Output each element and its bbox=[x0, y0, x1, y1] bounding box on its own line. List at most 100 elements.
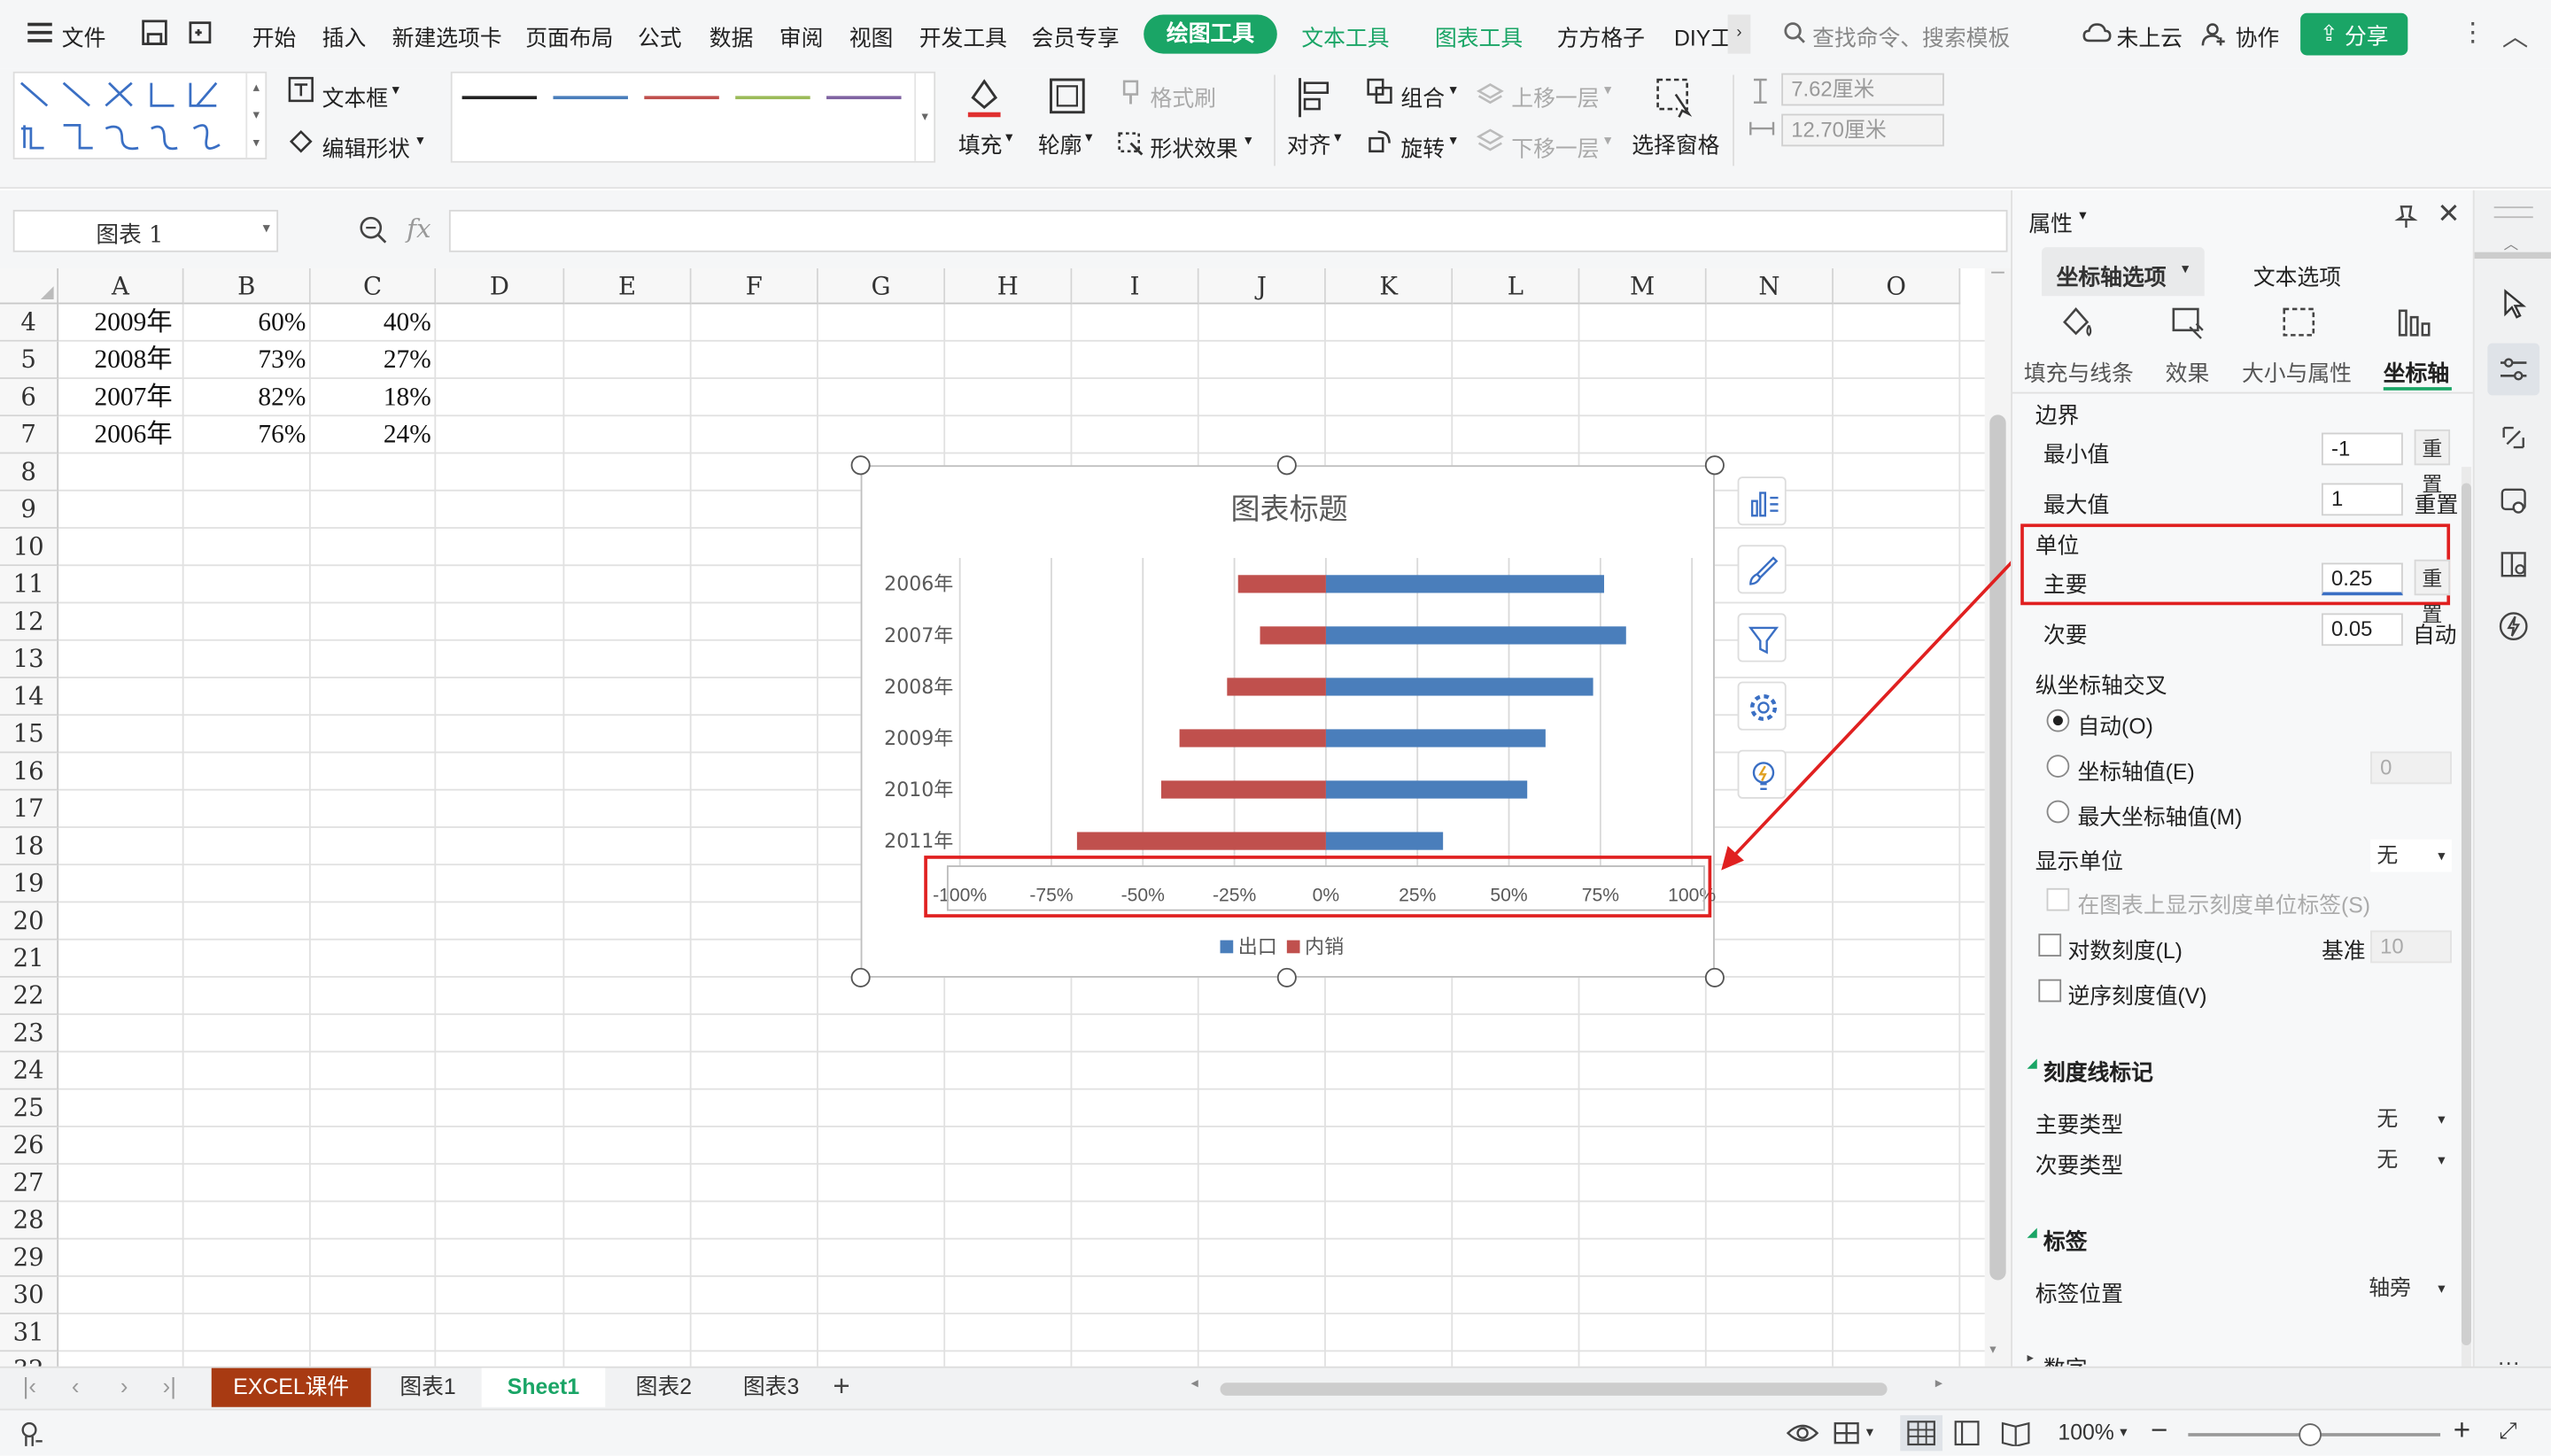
chart-bar[interactable] bbox=[1325, 678, 1593, 696]
tab-draw-tools[interactable]: 绘图工具 bbox=[1144, 14, 1277, 54]
gallery-more-icon[interactable]: ▾ bbox=[914, 73, 934, 161]
major-type-select[interactable]: 无 ▾ bbox=[2370, 1103, 2452, 1135]
chart-bar[interactable] bbox=[1325, 780, 1528, 799]
edit-shape-button[interactable]: 编辑形状 bbox=[322, 130, 410, 163]
lightning-icon[interactable] bbox=[2497, 610, 2530, 643]
send-backward-button[interactable]: 下移一层 bbox=[1511, 130, 1599, 163]
log-base-input[interactable]: 10 bbox=[2370, 930, 2452, 964]
tab-axis-options[interactable]: 坐标轴选项 ▾ bbox=[2042, 247, 2205, 297]
sheet-tab-sheet1[interactable]: Sheet1 bbox=[481, 1367, 606, 1407]
minor-unit-input[interactable]: 0.05 bbox=[2321, 613, 2403, 647]
share-button[interactable]: ⇪ 分享 bbox=[2300, 12, 2408, 56]
group-button[interactable]: 组合 bbox=[1400, 80, 1445, 112]
menu-dev[interactable]: 开发工具 bbox=[919, 19, 1007, 52]
row-header[interactable]: 17 bbox=[0, 790, 59, 828]
horizontal-scrollbar[interactable]: ◂ ▸ bbox=[1184, 1375, 1949, 1400]
minor-type-select[interactable]: 无 ▾ bbox=[2370, 1143, 2452, 1176]
radio-axis-value[interactable] bbox=[2046, 755, 2070, 778]
menu-data[interactable]: 数据 bbox=[709, 19, 754, 52]
major-unit-input[interactable]: 0.25 bbox=[2321, 562, 2403, 596]
table-cell[interactable]: 27% bbox=[311, 342, 431, 379]
chart-bar[interactable] bbox=[1179, 729, 1326, 747]
image-edit-icon[interactable] bbox=[2497, 484, 2530, 517]
row-header[interactable]: 14 bbox=[0, 678, 59, 716]
radio-max-value-label[interactable]: 最大坐标轴值(M) bbox=[2077, 799, 2242, 832]
pin-icon[interactable] bbox=[2393, 204, 2419, 229]
axis-value-input[interactable]: 0 bbox=[2370, 751, 2452, 785]
fx-icon[interactable]: fx bbox=[407, 213, 430, 244]
eye-icon[interactable] bbox=[1786, 1420, 1819, 1445]
row-header[interactable]: 6 bbox=[0, 378, 59, 417]
shape-height-input[interactable]: 7.62厘米 bbox=[1781, 73, 1944, 106]
more-icon[interactable]: ⋮ bbox=[2460, 16, 2485, 49]
radio-auto-label[interactable]: 自动(O) bbox=[2077, 708, 2152, 740]
row-header[interactable]: 30 bbox=[0, 1276, 59, 1315]
label-position-select[interactable]: 轴旁 ▾ bbox=[2362, 1272, 2452, 1305]
subtab-fill-line[interactable]: 填充与线条 bbox=[2024, 354, 2134, 387]
chart-elements-button[interactable] bbox=[1737, 476, 1787, 526]
table-cell[interactable]: 82% bbox=[184, 379, 306, 416]
sheet-tab-chart1[interactable]: 图表1 bbox=[381, 1368, 476, 1407]
expand-icon[interactable]: ◢ bbox=[2028, 1225, 2037, 1240]
column-header[interactable]: K bbox=[1325, 268, 1454, 305]
hamburger-icon[interactable] bbox=[27, 22, 52, 43]
chart-bar[interactable] bbox=[1076, 832, 1326, 850]
panel-scrollbar[interactable] bbox=[2461, 467, 2471, 1395]
row-header[interactable]: 27 bbox=[0, 1165, 59, 1203]
chart-legend[interactable]: 出口 内销 bbox=[1220, 932, 1344, 959]
column-header[interactable]: M bbox=[1579, 268, 1707, 305]
menu-insert[interactable]: 插入 bbox=[322, 19, 367, 52]
scroll-right-icon[interactable]: ▸ bbox=[1935, 1375, 1942, 1392]
chart-object[interactable]: -100% -75% -50% -25% 0% 25% 50% 75% 100% 2006年 200… bbox=[860, 465, 1716, 978]
align-button[interactable]: 对齐 bbox=[1287, 127, 1331, 159]
row-header[interactable]: 24 bbox=[0, 1052, 59, 1090]
min-value-input[interactable]: -1 bbox=[2321, 432, 2403, 466]
column-header[interactable]: D bbox=[436, 268, 565, 305]
table-cell[interactable]: 40% bbox=[311, 304, 431, 341]
column-header[interactable]: O bbox=[1833, 268, 1961, 305]
chart-bar[interactable] bbox=[1237, 575, 1326, 593]
menu-file[interactable]: 文件 bbox=[62, 19, 106, 52]
rotate-button[interactable]: 旋转 bbox=[1400, 130, 1445, 163]
major-reset-button[interactable]: 重置 bbox=[2414, 559, 2451, 626]
line-style-gallery[interactable]: ▾ bbox=[450, 71, 936, 163]
menu-ffgz[interactable]: 方方格子 bbox=[1557, 19, 1645, 52]
line-style-black[interactable] bbox=[461, 96, 538, 99]
panel-title[interactable]: 属性 bbox=[2028, 205, 2073, 237]
row-header[interactable]: 20 bbox=[0, 902, 59, 941]
collab-button[interactable]: 协作 bbox=[2236, 19, 2280, 52]
chart-bar[interactable] bbox=[1325, 575, 1604, 593]
column-header[interactable]: J bbox=[1198, 268, 1326, 305]
zoom-level[interactable]: 100% bbox=[2058, 1420, 2113, 1444]
chevron-down-icon[interactable]: ▾ bbox=[1449, 132, 1456, 150]
table-cell[interactable]: 2006年 bbox=[95, 416, 173, 453]
resize-handle[interactable] bbox=[850, 967, 871, 987]
sheet-tab-chart2[interactable]: 图表2 bbox=[615, 1368, 712, 1407]
fill-button[interactable]: 填充 bbox=[958, 127, 1003, 159]
book-icon[interactable] bbox=[2497, 548, 2530, 581]
resize-handle[interactable] bbox=[1704, 455, 1725, 476]
menu-diy[interactable]: DIY工 bbox=[1674, 19, 1733, 52]
zoom-out-icon[interactable]: − bbox=[2151, 1413, 2167, 1448]
properties-button[interactable] bbox=[2487, 343, 2540, 396]
row-header[interactable]: 4 bbox=[0, 304, 59, 342]
reverse-label[interactable]: 逆序刻度值(V) bbox=[2067, 978, 2206, 1011]
column-header[interactable]: L bbox=[1453, 268, 1580, 305]
row-header[interactable]: 11 bbox=[0, 566, 59, 604]
chart-bar[interactable] bbox=[1227, 678, 1326, 696]
column-header[interactable]: C bbox=[310, 268, 437, 305]
radio-auto[interactable] bbox=[2046, 709, 2070, 732]
shape-effect-button[interactable]: 形状效果 bbox=[1151, 130, 1238, 163]
shape-width-input[interactable]: 12.70厘米 bbox=[1781, 113, 1944, 147]
table-cell[interactable]: 73% bbox=[184, 342, 306, 379]
menu-formula[interactable]: 公式 bbox=[638, 19, 682, 52]
collapse-icon[interactable]: ▸ bbox=[2028, 1350, 2034, 1365]
undo-icon[interactable] bbox=[185, 18, 214, 47]
show-unit-label-text[interactable]: 在图表上显示刻度单位标签(S) bbox=[2077, 887, 2370, 919]
column-header[interactable]: E bbox=[564, 268, 692, 305]
subtab-axis[interactable]: 坐标轴 bbox=[2384, 354, 2449, 387]
save-icon[interactable] bbox=[140, 18, 169, 47]
row-header[interactable]: 19 bbox=[0, 865, 59, 903]
column-header[interactable]: H bbox=[945, 268, 1073, 305]
row-header[interactable]: 15 bbox=[0, 716, 59, 754]
